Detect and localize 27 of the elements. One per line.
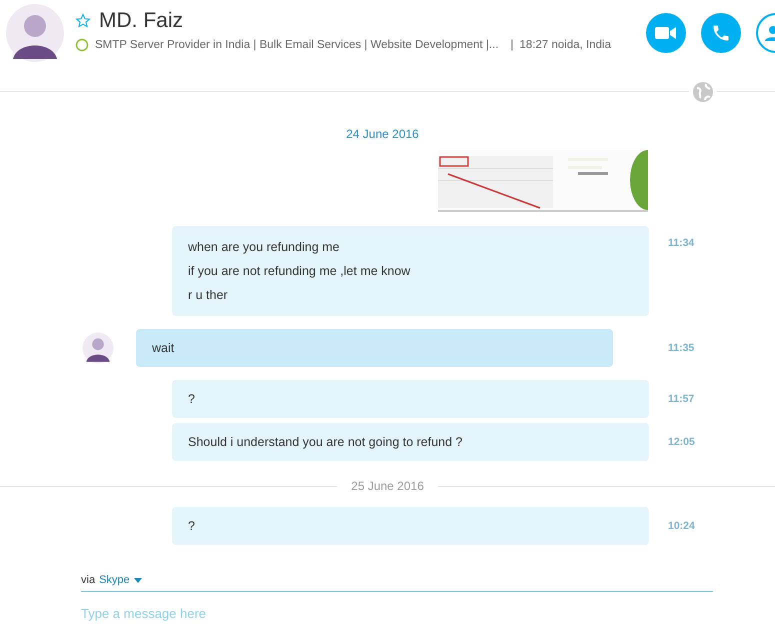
call-button[interactable] — [701, 13, 741, 53]
avatar-icon — [5, 3, 65, 63]
message-bubble: ? — [172, 507, 649, 545]
separator: | — [510, 39, 514, 51]
status-icon — [75, 38, 89, 52]
message-time: 11:35 — [668, 342, 694, 354]
date-label: 24 June 2016 — [346, 127, 419, 141]
star-icon[interactable] — [75, 13, 91, 29]
avatar-icon — [82, 332, 114, 364]
message-bubble: wait — [136, 329, 613, 367]
caret-icon — [134, 578, 142, 582]
message-bubble: Should i understand you are not going to refund ? — [172, 423, 649, 461]
phone-icon — [711, 23, 731, 43]
video-call-button[interactable] — [646, 13, 686, 53]
message-time: 11:34 — [668, 237, 694, 249]
message-bubble: ? — [172, 380, 649, 418]
video-camera-icon — [655, 26, 677, 40]
contact-name: MD. Faiz — [99, 9, 183, 33]
message-bubble: when are you refunding me if you are not refunding me ,let me know r u ther — [172, 226, 649, 316]
message-time: 10:24 — [668, 520, 695, 532]
service-dropdown[interactable]: Skype — [99, 574, 142, 586]
message-time: 11:57 — [668, 393, 694, 405]
message-time: 12:05 — [668, 436, 695, 448]
date-label: 25 June 2016 — [350, 479, 425, 493]
via-label: via — [81, 574, 96, 586]
mood-message: SMTP Server Provider in India | Bulk Email Services | Website Development |... — [95, 39, 499, 51]
local-time: 18:27 noida, India — [520, 39, 611, 51]
